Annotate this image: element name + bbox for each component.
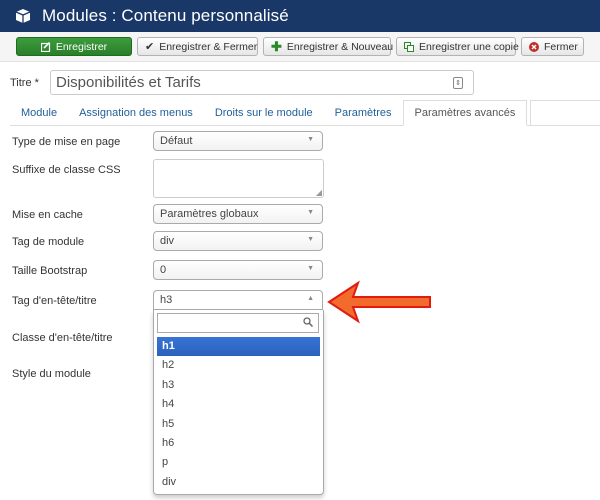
title-label: Titre * [10, 76, 39, 89]
chevron-down-icon: ▼ [307, 265, 314, 272]
layout-value: Défaut [160, 135, 193, 147]
tab-filler [530, 100, 600, 126]
cache-row: Mise en cache [12, 207, 153, 223]
layout-label: Type de mise en page [12, 136, 121, 148]
dropdown-option[interactable]: h6 [157, 434, 320, 453]
module-style-label: Style du module [12, 368, 91, 380]
cache-select[interactable]: Paramètres globaux ▼ [153, 204, 323, 224]
close-button[interactable]: Fermer [521, 37, 584, 56]
css-suffix-label: Suffixe de classe CSS [12, 164, 121, 176]
bootstrap-size-select[interactable]: 0 ▼ [153, 260, 323, 280]
cache-value: Paramètres globaux [160, 208, 259, 220]
layout-row: Type de mise en page [12, 134, 153, 150]
dropdown-option[interactable]: div [157, 473, 320, 492]
dropdown-option[interactable]: h2 [157, 356, 320, 375]
tab-menu-assignment[interactable]: Assignation des menus [68, 100, 204, 126]
bootstrap-size-row: Taille Bootstrap [12, 263, 153, 279]
save-close-label: Enregistrer & Fermer [159, 40, 258, 53]
header-tag-dropdown: h1 h2 h3 h4 h5 h6 p div [153, 310, 324, 495]
tab-module-permissions[interactable]: Droits sur le module [204, 100, 324, 126]
dropdown-option[interactable]: h3 [157, 376, 320, 395]
dropdown-search-input[interactable] [157, 313, 319, 333]
tab-module[interactable]: Module [10, 100, 68, 126]
search-icon [303, 317, 314, 330]
chevron-down-icon: ▼ [307, 236, 314, 243]
bootstrap-size-value: 0 [160, 264, 167, 276]
save-new-button[interactable]: ✚ Enregistrer & Nouveau [263, 37, 394, 56]
save-button[interactable]: Enregistrer [16, 37, 132, 56]
header-tag-label: Tag d'en-tête/titre [12, 295, 97, 307]
save-copy-button[interactable]: Enregistrer une copie [396, 37, 519, 56]
edit-icon [40, 41, 51, 52]
copy-icon [404, 41, 414, 52]
header-class-label: Classe d'en-tête/titre [12, 332, 113, 344]
check-icon: ✔ [145, 41, 155, 53]
page-header: Modules : Contenu personnalisé [0, 0, 600, 32]
module-tag-select[interactable]: div ▼ [153, 231, 323, 251]
header-tag-row: Tag d'en-tête/titre [12, 293, 153, 309]
save-button-label: Enregistrer [55, 40, 108, 53]
page-title: Modules : Contenu personnalisé [42, 6, 289, 25]
dropdown-option[interactable]: h5 [157, 415, 320, 434]
resize-grip-icon[interactable]: ◢ [316, 188, 322, 197]
save-close-button[interactable]: ✔ Enregistrer & Fermer [137, 37, 258, 56]
dropdown-option[interactable]: p [157, 453, 320, 472]
toggle-editor-icon[interactable]: ⇕ [453, 76, 463, 89]
tab-options[interactable]: Paramètres [324, 100, 403, 126]
css-suffix-textarea[interactable]: ◢ [153, 159, 324, 198]
save-new-label: Enregistrer & Nouveau [286, 40, 394, 53]
module-tag-row: Tag de module [12, 234, 153, 250]
header-tag-value: h3 [160, 294, 173, 306]
chevron-up-icon: ▲ [307, 295, 314, 302]
chevron-down-icon: ▼ [307, 209, 314, 216]
dropdown-option[interactable]: h4 [157, 395, 320, 414]
plus-icon: ✚ [271, 38, 282, 54]
title-value: Disponibilités et Tarifs [56, 74, 201, 91]
header-tag-select[interactable]: h3 ▲ [153, 290, 323, 310]
title-input[interactable]: Disponibilités et Tarifs ⇕ [50, 70, 474, 95]
css-suffix-row: Suffixe de classe CSS [12, 162, 153, 178]
header-class-row: Classe d'en-tête/titre [12, 330, 153, 346]
tab-advanced[interactable]: Paramètres avancés [402, 100, 528, 126]
dropdown-option[interactable]: h1 [157, 337, 320, 357]
layout-select[interactable]: Défaut ▼ [153, 131, 323, 151]
cancel-icon [529, 41, 539, 52]
module-tag-label: Tag de module [12, 236, 85, 248]
module-style-row: Style du module [12, 366, 153, 382]
cube-icon [14, 7, 32, 25]
save-copy-label: Enregistrer une copie [419, 40, 519, 53]
bootstrap-size-label: Taille Bootstrap [12, 265, 88, 277]
module-tag-value: div [160, 235, 175, 247]
annotation-arrow-icon [326, 279, 434, 328]
cache-label: Mise en cache [12, 209, 83, 221]
chevron-down-icon: ▼ [307, 136, 314, 143]
toolbar: Enregistrer ✔ Enregistrer & Fermer ✚ Enr… [0, 32, 600, 62]
close-label: Fermer [544, 40, 578, 53]
title-row: Titre * Disponibilités et Tarifs ⇕ [10, 70, 474, 95]
tab-bar: Module Assignation des menus Droits sur … [10, 100, 600, 126]
